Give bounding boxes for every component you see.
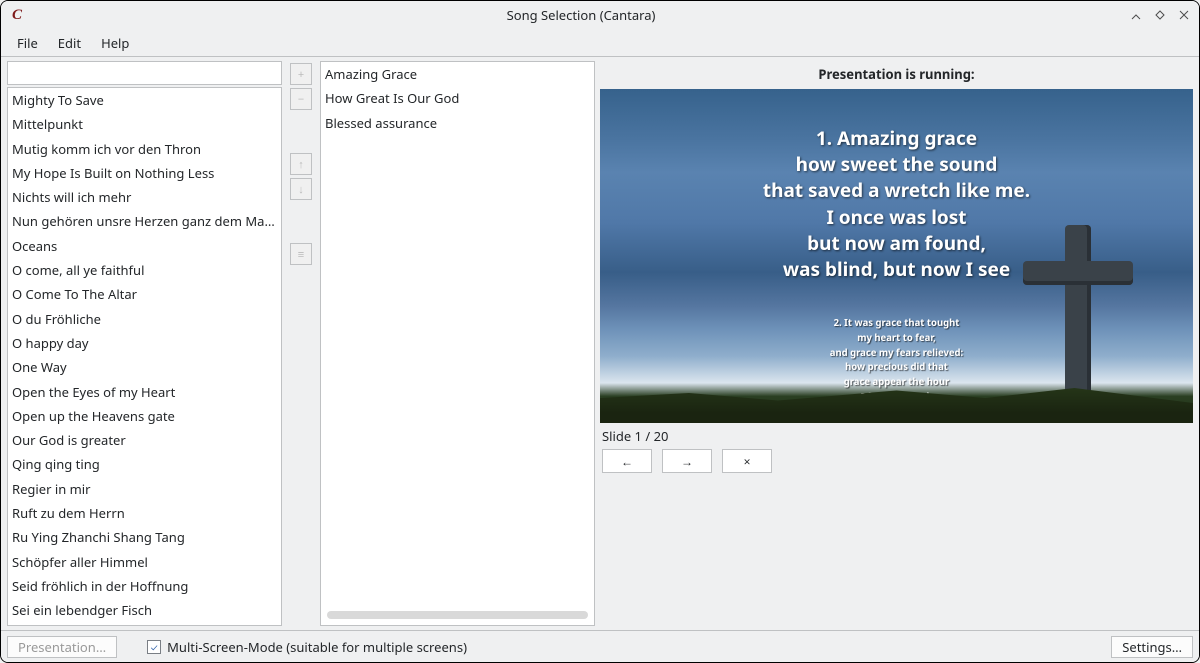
list-item[interactable]: O du Fröhliche: [8, 307, 281, 331]
multiscreen-checkbox-row[interactable]: ✓ Multi-Screen-Mode (suitable for multip…: [147, 638, 467, 656]
menu-edit[interactable]: Edit: [48, 30, 91, 56]
song-library-column: Mighty To SaveMittelpunktMutig komm ich …: [7, 61, 282, 626]
list-item[interactable]: Mutig komm ich vor den Thron: [8, 137, 281, 161]
list-item[interactable]: My Hope Is Built on Nothing Less: [8, 161, 281, 185]
list-item[interactable]: Open the Eyes of my Heart: [8, 380, 281, 404]
list-item[interactable]: Nun gehören unsre Herzen ganz dem Mann v…: [8, 209, 281, 233]
list-item[interactable]: Regier in mir: [8, 477, 281, 501]
prev-slide-button[interactable]: ←: [602, 449, 652, 473]
list-item[interactable]: Mighty To Save: [8, 88, 281, 112]
close-icon[interactable]: [1177, 8, 1191, 22]
preview-column: Presentation is running: 1. Amazing grac…: [600, 61, 1193, 626]
search-input[interactable]: [7, 61, 282, 85]
list-item[interactable]: O come, all ye faithful: [8, 258, 281, 282]
window-title: Song Selection (Cantara): [33, 6, 1129, 24]
list-item[interactable]: O happy day: [8, 331, 281, 355]
list-item[interactable]: Seliges Wissen, Jesus ist mein: [8, 623, 281, 626]
move-up-button[interactable]: ↑: [290, 153, 312, 175]
slide-counter: Slide 1 / 20: [600, 423, 1193, 449]
song-list[interactable]: Mighty To SaveMittelpunktMutig komm ich …: [7, 87, 282, 626]
app-icon: C: [9, 7, 25, 23]
list-item[interactable]: Qing qing ting: [8, 452, 281, 476]
preview-header: Presentation is running:: [600, 61, 1193, 89]
cross-image: [1023, 225, 1133, 395]
content-area: Mighty To SaveMittelpunktMutig komm ich …: [1, 57, 1199, 630]
list-item[interactable]: Oceans: [8, 234, 281, 258]
minimize-icon[interactable]: [1129, 8, 1143, 22]
slide-preview: 1. Amazing gracehow sweet the soundthat …: [600, 89, 1193, 423]
list-item[interactable]: Ru Ying Zhanchi Shang Tang: [8, 525, 281, 549]
settings-button[interactable]: Settings…: [1111, 636, 1193, 658]
multiscreen-label: Multi-Screen-Mode (suitable for multiple…: [167, 638, 467, 656]
menu-file[interactable]: File: [7, 30, 48, 56]
preview-controls: ← → ×: [600, 449, 1193, 477]
selected-songs-column: Amazing GraceHow Great Is Our GodBlessed…: [320, 61, 595, 626]
titlebar: C Song Selection (Cantara): [1, 1, 1199, 29]
app-window: C Song Selection (Cantara) File Edit Hel…: [0, 0, 1200, 663]
remove-button[interactable]: −: [290, 88, 312, 110]
list-item[interactable]: Open up the Heavens gate: [8, 404, 281, 428]
list-item[interactable]: Nichts will ich mehr: [8, 185, 281, 209]
selected-list[interactable]: Amazing GraceHow Great Is Our GodBlessed…: [320, 61, 595, 626]
maximize-icon[interactable]: [1153, 8, 1167, 22]
window-controls: [1129, 8, 1191, 22]
list-item[interactable]: Blessed assurance: [321, 111, 594, 135]
list-item[interactable]: One Way: [8, 355, 281, 379]
add-button[interactable]: +: [290, 63, 312, 85]
menu-help[interactable]: Help: [91, 30, 139, 56]
list-item[interactable]: O Come To The Altar: [8, 282, 281, 306]
list-controls-column: + − ↑ ↓ ≡: [287, 61, 315, 626]
list-item[interactable]: Our God is greater: [8, 428, 281, 452]
next-slide-button[interactable]: →: [662, 449, 712, 473]
reorder-button[interactable]: ≡: [290, 243, 312, 265]
presentation-button[interactable]: Presentation…: [7, 636, 117, 658]
list-item[interactable]: Mittelpunkt: [8, 112, 281, 136]
close-presentation-button[interactable]: ×: [722, 449, 772, 473]
slide-verse-1: 1. Amazing gracehow sweet the soundthat …: [763, 125, 1030, 282]
move-down-button[interactable]: ↓: [290, 178, 312, 200]
list-item[interactable]: Schöpfer aller Himmel: [8, 550, 281, 574]
list-item[interactable]: Ruft zu dem Herrn: [8, 501, 281, 525]
list-item[interactable]: Seid fröhlich in der Hoffnung: [8, 574, 281, 598]
list-item[interactable]: Sei ein lebendger Fisch: [8, 598, 281, 622]
menubar: File Edit Help: [1, 29, 1199, 57]
multiscreen-checkbox[interactable]: ✓: [147, 640, 161, 654]
list-item[interactable]: How Great Is Our God: [321, 86, 594, 110]
bottom-bar: Presentation… ✓ Multi-Screen-Mode (suita…: [1, 630, 1199, 662]
list-item[interactable]: Amazing Grace: [321, 62, 594, 86]
